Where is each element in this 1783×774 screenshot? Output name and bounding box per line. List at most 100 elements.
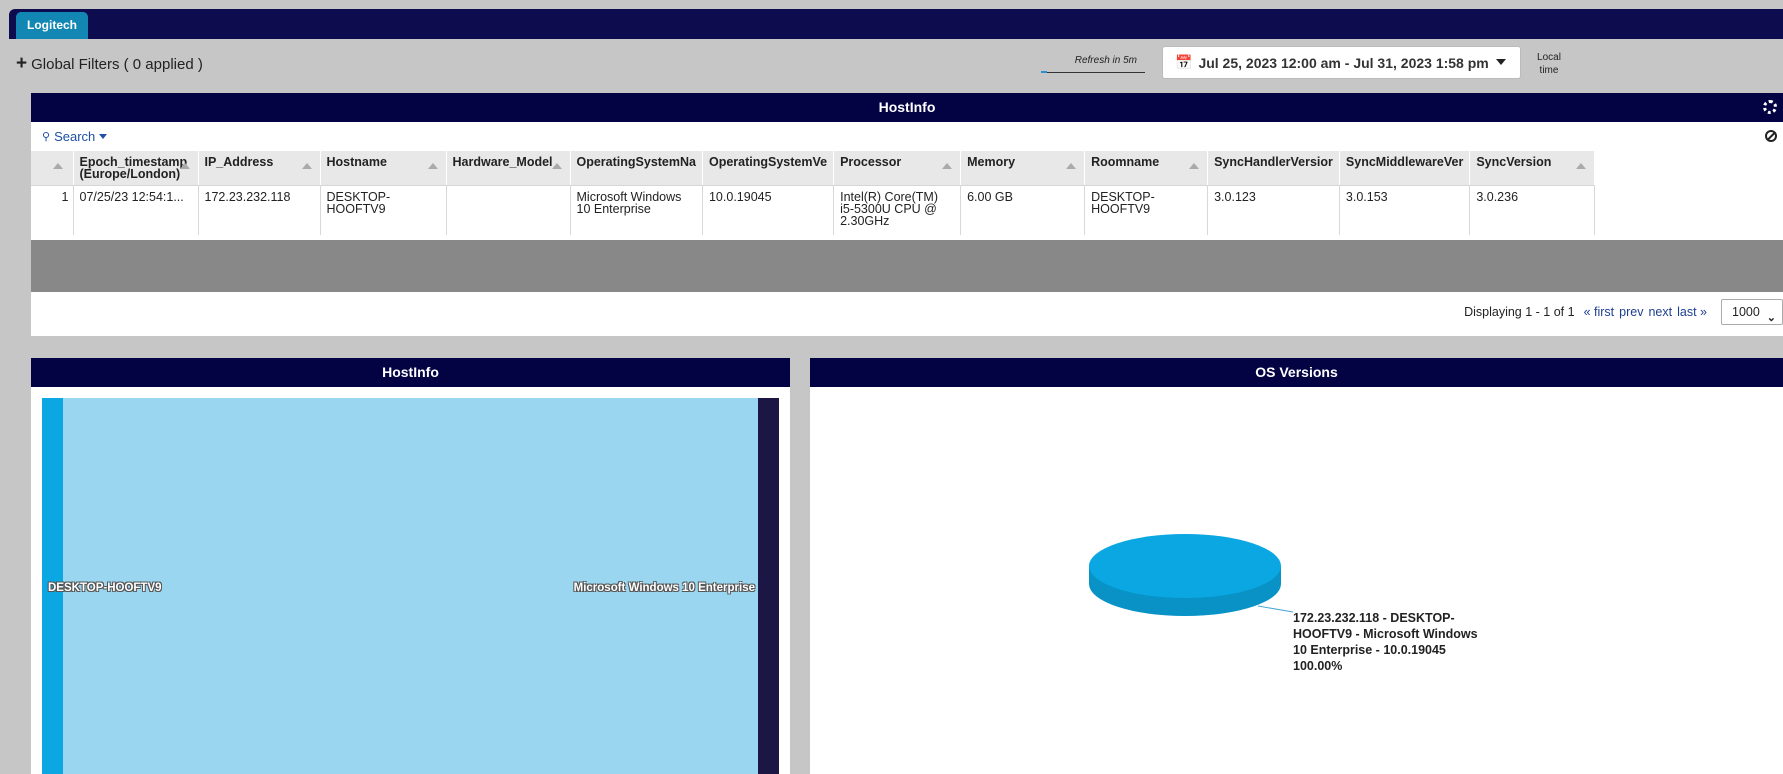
sankey-panel-title: HostInfo (382, 364, 439, 380)
table-cell: 6.00 GB (960, 185, 1086, 235)
local-time-line-1: Local (1537, 52, 1561, 63)
table-cell: Microsoft Windows 10 Enterprise (570, 185, 703, 235)
pie-group (1089, 534, 1294, 616)
local-time-toggle[interactable]: Local time (1532, 51, 1566, 77)
sankey-panel: DESKTOP-HOOFTV9 Microsoft Windows 10 Ent… (31, 387, 790, 774)
pie-slice-label: 172.23.232.118 - DESKTOP- HOOFTV9 - Micr… (1293, 610, 1483, 674)
calendar-icon: 📅 (1175, 54, 1193, 70)
sort-asc-icon (52, 163, 63, 169)
column-header-label: Processor (840, 155, 902, 169)
column-header-sync-version[interactable]: SyncVersion (1469, 151, 1596, 186)
table-row[interactable]: 1 07/25/23 12:54:1... 172.23.232.118 DES… (31, 185, 1596, 235)
global-filters-label: Global Filters ( 0 applied ) (31, 55, 203, 73)
search-label: Search (54, 129, 96, 144)
column-header-label: Hostname (326, 155, 387, 169)
pie-panel: 172.23.232.118 - DESKTOP- HOOFTV9 - Micr… (810, 387, 1783, 774)
column-header-epoch-timestamp[interactable]: Epoch_timestamp (Europe/London) (73, 151, 199, 186)
sort-asc-icon (179, 163, 190, 169)
date-range-label: Jul 25, 2023 12:00 am - Jul 31, 2023 1:5… (1198, 54, 1489, 71)
plus-icon: + (16, 53, 28, 74)
table-cell (446, 185, 571, 235)
sankey-panel-header: HostInfo (31, 358, 790, 387)
sort-asc-icon (942, 163, 953, 169)
pie-slice[interactable] (1089, 534, 1281, 598)
table-cell: DESKTOP-HOOFTV9 (1084, 185, 1209, 235)
pie-leader-line (1257, 605, 1294, 613)
table-cell: DESKTOP-HOOFTV9 (320, 185, 447, 235)
hostinfo-table: Epoch_timestamp (Europe/London) IP_Addre… (31, 151, 1596, 235)
table-cell: 10.0.19045 (702, 185, 835, 235)
chevron-down-icon (1496, 59, 1506, 65)
column-header-sync-middleware-version[interactable]: SyncMiddlewareVer (1339, 151, 1471, 186)
pie-panel-header: OS Versions (810, 358, 1783, 387)
column-header-label: OperatingSystemNa (576, 155, 696, 169)
refresh-control[interactable]: Refresh in 5m (1041, 55, 1145, 73)
column-header-label: Hardware_Model (452, 155, 553, 169)
pager-displaying: Displaying 1 - 1 of 1 (1464, 305, 1575, 319)
pager-first-link[interactable]: « first (1584, 305, 1615, 319)
pager-prev-link[interactable]: prev (1619, 305, 1643, 319)
column-header-memory[interactable]: Memory (960, 151, 1086, 186)
top-bar: Logitech (9, 9, 1783, 39)
table-cell: 07/25/23 12:54:1... (73, 185, 199, 235)
pie-label-line: HOOFTV9 - Microsoft Windows (1293, 627, 1478, 641)
column-header-operating-system-name[interactable]: OperatingSystemNa (570, 151, 703, 186)
table-cell: 3.0.236 (1469, 185, 1596, 235)
sort-asc-icon (551, 163, 562, 169)
column-header-label: Epoch_timestamp (Europe/London) (79, 155, 188, 181)
page-size-select[interactable]: 1000 ⌄ (1721, 299, 1783, 325)
tab-logitech[interactable]: Logitech (16, 12, 88, 39)
column-header-label: Roomname (1091, 155, 1160, 169)
sankey-target-node[interactable] (758, 398, 779, 774)
global-filters-toggle[interactable]: + Global Filters ( 0 applied ) (16, 53, 203, 75)
date-range-picker[interactable]: 📅 Jul 25, 2023 12:00 am - Jul 31, 2023 1… (1162, 46, 1521, 79)
sort-asc-icon (301, 163, 312, 169)
pager-last-link[interactable]: last » (1677, 305, 1707, 319)
column-header-ip-address[interactable]: IP_Address (198, 151, 321, 186)
pie-label-line: 100.00% (1293, 659, 1343, 673)
column-header-processor[interactable]: Processor (833, 151, 962, 186)
column-header-index[interactable] (31, 151, 74, 186)
grid-panel-title: HostInfo (878, 99, 936, 115)
sort-asc-icon (1189, 163, 1200, 169)
column-header-label: IP_Address (204, 155, 274, 169)
search-icon: ⚲ (42, 131, 51, 143)
column-header-label: OperatingSystemVe (708, 155, 828, 169)
refresh-label: Refresh in 5m (1074, 55, 1137, 66)
search-dropdown[interactable]: ⚲ Search (31, 122, 1783, 151)
table-cell: Intel(R) Core(TM) i5-5300U CPU @ 2.30GHz (833, 185, 962, 235)
column-header-label: SyncMiddlewareVer (1345, 155, 1464, 169)
pie-label-line: 10 Enterprise - 10.0.19045 (1293, 643, 1446, 657)
sort-asc-icon (427, 163, 438, 169)
column-header-label: SyncHandlerVersior (1214, 155, 1333, 169)
table-header-row: Epoch_timestamp (Europe/London) IP_Addre… (31, 151, 1596, 186)
row-index: 1 (31, 185, 74, 235)
column-header-label: Memory (967, 155, 1016, 169)
column-header-roomname[interactable]: Roomname (1084, 151, 1209, 186)
column-header-operating-system-version[interactable]: OperatingSystemVe (702, 151, 835, 186)
chevron-down-icon (99, 134, 108, 139)
pie-chart (1089, 534, 1294, 616)
pie-panel-title: OS Versions (1255, 364, 1338, 380)
local-time-line-2: time (1539, 65, 1559, 76)
gear-icon[interactable] (1763, 100, 1777, 114)
refresh-accent (1041, 71, 1047, 73)
sort-asc-icon (1576, 163, 1587, 169)
column-header-hardware-model[interactable]: Hardware_Model (446, 151, 571, 186)
chevron-down-icon: ⌄ (1766, 312, 1776, 324)
column-header-sync-handler-version[interactable]: SyncHandlerVersior (1207, 151, 1340, 186)
column-header-label: SyncVersion (1476, 155, 1552, 169)
clear-filter-icon[interactable] (1765, 130, 1777, 142)
grid-panel-header: HostInfo (31, 93, 1783, 122)
table-cell: 3.0.123 (1207, 185, 1340, 235)
table-cell: 172.23.232.118 (198, 185, 321, 235)
sankey-target-label: Microsoft Windows 10 Enterprise (573, 582, 755, 594)
pager-next-link[interactable]: next (1648, 305, 1672, 319)
grid-empty-area (31, 240, 1783, 292)
sankey-source-label: DESKTOP-HOOFTV9 (48, 582, 162, 594)
hostinfo-grid-panel: ⚲ Search Epoch_timestamp (Europe/London)… (31, 122, 1783, 336)
page-size-value: 1000 (1732, 305, 1760, 319)
table-cell: 3.0.153 (1339, 185, 1471, 235)
pie-label-line: 172.23.232.118 - DESKTOP- (1293, 611, 1455, 625)
column-header-hostname[interactable]: Hostname (320, 151, 447, 186)
